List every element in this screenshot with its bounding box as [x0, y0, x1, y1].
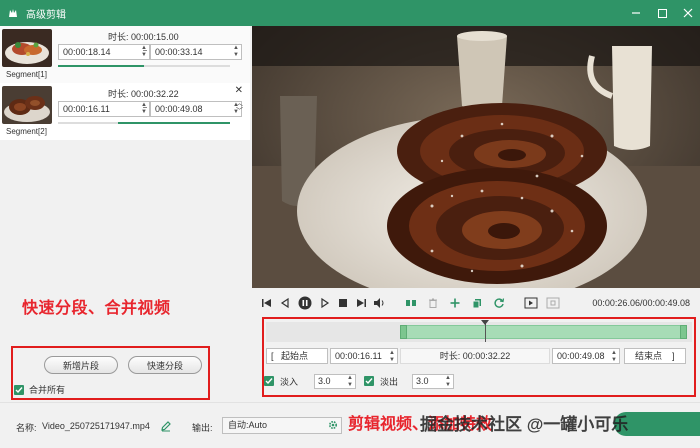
spinner-icon[interactable]: ▲ ▼: [347, 375, 353, 388]
pause-icon[interactable]: [298, 296, 312, 310]
playback-time: 00:00:26.06/00:00:49.08: [592, 298, 690, 308]
fade-out-checkbox[interactable]: [364, 376, 374, 386]
spinner-icon[interactable]: ▲ ▼: [389, 350, 395, 364]
segment-progress: [58, 65, 230, 67]
gear-icon[interactable]: [327, 419, 339, 431]
playhead[interactable]: [485, 322, 486, 342]
minimize-icon[interactable]: [630, 7, 642, 19]
fade-in-input[interactable]: 3.0 ▲ ▼: [314, 374, 356, 389]
spinner-icon[interactable]: ▲ ▼: [141, 45, 147, 59]
step-back-icon[interactable]: [278, 296, 292, 310]
output-label: 输出:: [192, 423, 213, 433]
add-segment-button[interactable]: 新增片段: [44, 356, 118, 374]
timeline-selection[interactable]: [404, 325, 684, 339]
segment-end-field[interactable]: 00:00:49.08 ▲ ▼: [150, 101, 242, 117]
timeline-track[interactable]: [266, 320, 692, 342]
segment-label: Segment[2]: [6, 127, 47, 136]
set-end-button[interactable]: 结束点 ]: [624, 348, 686, 364]
mark-in-icon[interactable]: [524, 296, 538, 310]
checkbox-checked-icon[interactable]: [14, 384, 24, 395]
close-icon[interactable]: [682, 7, 694, 19]
fade-row: 淡入 3.0 ▲ ▼ 淡出 3.0 ▲ ▼: [264, 374, 690, 390]
add-icon[interactable]: [448, 296, 462, 310]
copy-icon[interactable]: [470, 296, 484, 310]
end-time-field[interactable]: 00:00:49.08 ▲ ▼: [552, 348, 620, 364]
file-name: Video_250725171947.mp4: [42, 421, 150, 431]
spinner-icon[interactable]: ▲ ▼: [141, 102, 147, 116]
fade-out-input[interactable]: 3.0 ▲ ▼: [412, 374, 454, 389]
fade-in-checkbox[interactable]: [264, 376, 274, 386]
split-marker-icon[interactable]: [404, 296, 418, 310]
segment-item[interactable]: Segment[2] 时长: 00:00:32.22 00:00:16.11 ▲ ▼…: [0, 83, 250, 140]
fade-in-label: 淡入: [280, 377, 299, 387]
merge-all-checkbox[interactable]: 合并所有: [14, 383, 65, 396]
spinner-icon[interactable]: ▲ ▼: [233, 45, 239, 59]
volume-icon[interactable]: [372, 296, 386, 310]
quick-split-button[interactable]: 快速分段: [128, 356, 202, 374]
reset-icon[interactable]: [492, 296, 506, 310]
window-title: 高级剪辑: [26, 9, 66, 21]
edit-name-icon[interactable]: [160, 420, 172, 432]
segment-label: Segment[1]: [6, 70, 47, 79]
segment-duration: 时长: 00:00:32.22: [108, 89, 179, 99]
segment-thumbnail: [2, 86, 52, 124]
spinner-icon[interactable]: ▲ ▼: [445, 375, 451, 388]
segment-end-field[interactable]: 00:00:33.14 ▲ ▼: [150, 44, 242, 60]
app-logo-icon: [6, 6, 20, 20]
segment-start-field[interactable]: 00:00:16.11 ▲ ▼: [58, 101, 150, 117]
delete-icon[interactable]: [426, 296, 440, 310]
spinner-icon[interactable]: ▲ ▼: [611, 350, 617, 364]
watermark-text: 掘金技术社区 @一罐小可乐: [420, 415, 629, 434]
step-forward-icon[interactable]: [318, 296, 332, 310]
skip-to-end-icon[interactable]: [354, 296, 368, 310]
selection-start-handle[interactable]: [400, 325, 407, 339]
player-controls: 00:00:26.06/00:00:49.08: [252, 292, 700, 314]
merge-all-label: 合并所有: [29, 385, 66, 395]
separator: [143, 50, 147, 51]
segment-list: Segment[1] 时长: 00:00:15.00 00:00:18.14 ▲ ▼…: [0, 26, 250, 140]
clip-duration: 时长: 00:00:32.22: [400, 348, 550, 364]
clip-range-row: [ 起始点 00:00:16.11 ▲ ▼ 时长: 00:00:32.22 00:0…: [266, 348, 692, 366]
fade-out-label: 淡出: [380, 377, 399, 387]
annotation-split-merge: 快速分段、合并视频: [22, 300, 171, 317]
playhead-marker-icon[interactable]: [481, 320, 489, 325]
selection-end-handle[interactable]: [680, 325, 687, 339]
output-format-select[interactable]: 自动:Auto: [222, 417, 342, 434]
segment-item[interactable]: Segment[1] 时长: 00:00:15.00 00:00:18.14 ▲ ▼…: [0, 26, 250, 83]
name-label: 名称:: [16, 423, 37, 433]
video-preview[interactable]: [252, 26, 700, 288]
maximize-icon[interactable]: [656, 7, 668, 19]
stop-icon[interactable]: [336, 296, 350, 310]
remove-segment-icon[interactable]: ✕: [235, 85, 243, 96]
segment-thumbnail: [2, 29, 52, 67]
title-bar: 高级剪辑: [0, 0, 700, 26]
separator: [143, 107, 147, 108]
segment-start-field[interactable]: 00:00:18.14 ▲ ▼: [58, 44, 150, 60]
reorder-icon[interactable]: ︿ ﹀: [236, 100, 243, 116]
window-controls: [630, 0, 694, 26]
segment-duration: 时长: 00:00:15.00: [108, 32, 179, 42]
mark-out-icon[interactable]: [546, 296, 560, 310]
set-start-button[interactable]: [ 起始点: [266, 348, 328, 364]
skip-to-start-icon[interactable]: [260, 296, 274, 310]
segment-progress: [58, 122, 230, 124]
start-time-field[interactable]: 00:00:16.11 ▲ ▼: [330, 348, 398, 364]
